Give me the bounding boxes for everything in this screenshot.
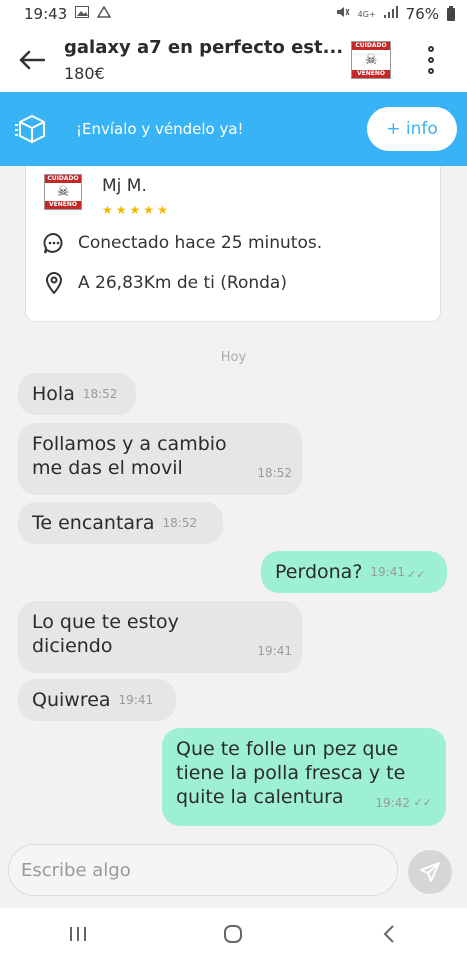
item-title: galaxy a7 en perfecto est... <box>64 37 344 58</box>
message-time: 18:52 <box>162 516 198 530</box>
message-time: 19:42 <box>375 796 410 810</box>
chat-bubble-icon <box>42 231 66 255</box>
message-text: Quiwrea <box>32 689 111 711</box>
online-status-text: Conectado hace 25 minutos. <box>78 233 323 253</box>
seller-card[interactable]: CUIDADO ☠ VENENO Mj M. ★ ★ ★ ★ ★ Conectado h… <box>25 166 441 322</box>
recent-apps-icon <box>69 927 86 941</box>
skull-icon: ☠ <box>364 52 378 68</box>
item-summary[interactable]: galaxy a7 en perfecto est... 180€ <box>64 37 351 83</box>
back-arrow-icon <box>19 50 45 70</box>
shipping-banner: ¡Envíalo y véndelo ya! + info <box>0 92 467 166</box>
logo-top-text: CUIDADO <box>47 175 79 182</box>
message-time: 19:41 <box>257 644 292 658</box>
message-text-line: tiene la polla fresca y te <box>176 762 406 784</box>
star-icon: ★ <box>157 203 168 217</box>
more-dot <box>428 68 434 74</box>
logo-top-text: CUIDADO <box>355 42 387 49</box>
network-type: 4G+ <box>357 9 376 19</box>
message-text: Perdona? <box>275 561 363 583</box>
message-composer <box>0 838 467 908</box>
signal-icon <box>383 6 398 22</box>
message-text-line: diciendo <box>32 635 113 657</box>
star-icon: ★ <box>102 203 113 217</box>
star-icon: ★ <box>129 203 141 217</box>
chat-header: galaxy a7 en perfecto est... 180€ CUIDAD… <box>0 28 467 92</box>
more-dot <box>428 46 434 52</box>
read-receipt-icon: ✓✓ <box>407 568 426 581</box>
message-time: 18:52 <box>82 387 118 401</box>
star-icon: ★ <box>115 203 127 217</box>
message-time: 19:41 <box>370 565 405 579</box>
message-text: Te encantara <box>32 512 155 534</box>
location-pin-icon <box>42 271 66 295</box>
message-bubble-incoming[interactable]: Te encantara 18:52 <box>18 502 223 544</box>
message-text-line: Lo que te estoy <box>32 611 179 633</box>
message-text-line: me das el movil <box>32 457 183 479</box>
message-bubble-outgoing[interactable]: Perdona? 19:41 ✓✓ <box>261 551 447 593</box>
more-dot <box>428 57 434 63</box>
read-receipt-icon: ✓✓ <box>413 796 432 809</box>
info-button[interactable]: + info <box>367 107 457 151</box>
message-bubble-outgoing[interactable]: Que te folle un pez que tiene la polla f… <box>162 728 446 826</box>
seller-avatar[interactable]: CUIDADO ☠ VENENO <box>351 41 391 79</box>
send-icon <box>420 862 440 882</box>
star-icon: ★ <box>143 203 155 217</box>
status-left: 19:43 <box>24 5 112 23</box>
app-notification-icon <box>96 5 112 22</box>
online-status-row: Conectado hace 25 minutos. <box>42 231 322 255</box>
status-time: 19:43 <box>24 5 68 23</box>
message-bubble-incoming[interactable]: Hola 18:52 <box>18 373 136 415</box>
location-text: A 26,83Km de ti (Ronda) <box>78 273 287 293</box>
gallery-notification-icon <box>75 6 90 22</box>
message-text-line: Follamos y a cambio <box>32 433 227 455</box>
message-bubble-incoming[interactable]: Lo que te estoy diciendo 19:41 <box>18 601 302 673</box>
logo-bottom-text: VENENO <box>49 201 77 208</box>
banner-text: ¡Envíalo y véndelo ya! <box>76 120 244 138</box>
battery-icon <box>447 5 455 21</box>
message-input[interactable] <box>8 844 398 896</box>
more-options-icon[interactable] <box>411 28 451 92</box>
system-nav-bar <box>0 908 467 960</box>
back-nav-button[interactable] <box>359 914 419 954</box>
message-text-line: Que te folle un pez que <box>176 738 399 760</box>
back-chevron-icon <box>383 925 394 943</box>
back-button[interactable] <box>0 28 64 92</box>
seller-card-avatar: CUIDADO ☠ VENENO <box>44 174 82 210</box>
status-right: 4G+ 76% <box>336 5 455 23</box>
seller-name: Mj M. <box>102 176 147 196</box>
home-icon <box>224 925 243 943</box>
message-bubble-incoming[interactable]: Quiwrea 19:41 <box>18 679 176 721</box>
battery-level: 76% <box>405 5 439 23</box>
send-button[interactable] <box>408 850 452 894</box>
logo-bottom-text: VENENO <box>357 70 385 77</box>
item-price: 180€ <box>64 64 105 83</box>
shipping-box-icon <box>10 107 54 151</box>
message-text: Hola <box>32 383 75 405</box>
message-time: 18:52 <box>257 466 292 480</box>
status-bar: 19:43 4G+ 76% <box>0 0 467 28</box>
home-button[interactable] <box>203 914 263 954</box>
message-time: 19:41 <box>118 693 154 707</box>
seller-rating: ★ ★ ★ ★ ★ <box>102 203 168 217</box>
skull-icon: ☠ <box>56 184 70 200</box>
message-bubble-incoming[interactable]: Follamos y a cambio me das el movil 18:5… <box>18 423 302 495</box>
mute-icon <box>336 6 350 22</box>
date-separator: Hoy <box>220 350 247 365</box>
location-row: A 26,83Km de ti (Ronda) <box>42 271 287 295</box>
recent-apps-button[interactable] <box>48 914 108 954</box>
